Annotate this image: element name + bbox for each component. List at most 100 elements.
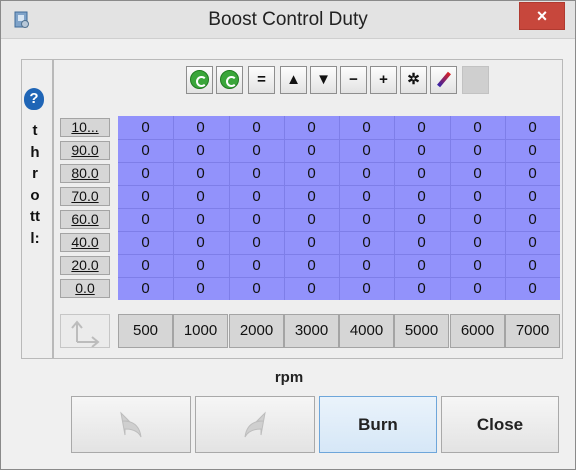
row-header[interactable]: 60.0	[60, 210, 110, 229]
table-cell[interactable]: 0	[450, 116, 505, 139]
table-cell[interactable]: 0	[505, 254, 560, 277]
table-cell[interactable]: 0	[118, 185, 173, 208]
table-cell[interactable]: 0	[394, 185, 449, 208]
table-cell[interactable]: 0	[394, 162, 449, 185]
row-header[interactable]: 20.0	[60, 256, 110, 275]
table-cell[interactable]: 0	[450, 208, 505, 231]
table-cell[interactable]: 0	[339, 185, 394, 208]
table-cell[interactable]: 0	[394, 208, 449, 231]
undo-button	[71, 396, 191, 453]
column-header[interactable]: 2000	[229, 314, 284, 348]
table-cell[interactable]: 0	[284, 208, 339, 231]
table-cell[interactable]: 0	[450, 162, 505, 185]
table-cell[interactable]: 0	[284, 185, 339, 208]
table-cell[interactable]: 0	[505, 277, 560, 300]
multiply-button[interactable]: ✲	[400, 66, 427, 94]
column-header[interactable]: 3000	[284, 314, 339, 348]
table-cell[interactable]: 0	[450, 139, 505, 162]
help-icon[interactable]: ?	[24, 88, 44, 110]
table-cell[interactable]: 0	[284, 277, 339, 300]
row-header[interactable]: 90.0	[60, 141, 110, 160]
burn-button[interactable]: Burn	[319, 396, 437, 453]
table-cell[interactable]: 0	[118, 116, 173, 139]
column-header[interactable]: 6000	[450, 314, 505, 348]
close-window-button[interactable]: ×	[519, 2, 565, 30]
row-header[interactable]: 80.0	[60, 164, 110, 183]
column-header[interactable]: 7000	[505, 314, 560, 348]
column-header[interactable]: 5000	[394, 314, 449, 348]
table-cell[interactable]: 0	[394, 254, 449, 277]
table-cell[interactable]: 0	[118, 231, 173, 254]
table-cell[interactable]: 0	[394, 139, 449, 162]
column-header[interactable]: 1000	[173, 314, 228, 348]
table-cell[interactable]: 0	[284, 139, 339, 162]
rotate-right-icon[interactable]	[216, 66, 243, 94]
table-cell[interactable]: 0	[505, 231, 560, 254]
table-cell[interactable]: 0	[229, 208, 284, 231]
table-cell[interactable]: 0	[229, 277, 284, 300]
table-cell[interactable]: 0	[450, 254, 505, 277]
table-cell[interactable]: 0	[284, 231, 339, 254]
table-cell[interactable]: 0	[229, 116, 284, 139]
row-header[interactable]: 40.0	[60, 233, 110, 252]
table-cell[interactable]: 0	[229, 162, 284, 185]
table-cell[interactable]: 0	[118, 162, 173, 185]
column-header[interactable]: 500	[118, 314, 173, 348]
table-cell[interactable]: 0	[339, 116, 394, 139]
table-cell[interactable]: 0	[229, 139, 284, 162]
rotate-left-icon[interactable]	[186, 66, 213, 94]
value-grid[interactable]: 0000000000000000000000000000000000000000…	[118, 116, 560, 300]
pencil-icon[interactable]	[430, 66, 457, 94]
table-cell[interactable]: 0	[173, 116, 228, 139]
redo-button	[195, 396, 315, 453]
table-cell[interactable]: 0	[173, 208, 228, 231]
redo-icon	[244, 411, 266, 438]
table-cell[interactable]: 0	[339, 162, 394, 185]
row-header[interactable]: 70.0	[60, 187, 110, 206]
table-cell[interactable]: 0	[450, 277, 505, 300]
row-header[interactable]: 0.0	[60, 279, 110, 298]
increment-button[interactable]: ▲	[280, 66, 307, 94]
table-cell[interactable]: 0	[284, 162, 339, 185]
table-cell[interactable]: 0	[173, 254, 228, 277]
table-cell[interactable]: 0	[118, 208, 173, 231]
table-cell[interactable]: 0	[118, 254, 173, 277]
table-cell[interactable]: 0	[173, 139, 228, 162]
table-cell[interactable]: 0	[173, 277, 228, 300]
close-button[interactable]: Close	[441, 396, 559, 453]
table-cell[interactable]: 0	[339, 139, 394, 162]
table-cell[interactable]: 0	[394, 116, 449, 139]
table-cell[interactable]: 0	[339, 277, 394, 300]
table-cell[interactable]: 0	[284, 254, 339, 277]
table-cell[interactable]: 0	[450, 231, 505, 254]
decrement-button[interactable]: ▼	[310, 66, 337, 94]
table-cell[interactable]: 0	[173, 185, 228, 208]
table-cell[interactable]: 0	[505, 208, 560, 231]
y-axis-panel: ? throttl:	[21, 59, 53, 359]
add-button[interactable]: +	[370, 66, 397, 94]
subtract-button[interactable]: −	[340, 66, 367, 94]
axis-swap-icon[interactable]	[60, 314, 110, 348]
table-cell[interactable]: 0	[339, 231, 394, 254]
row-header[interactable]: 10...	[60, 118, 110, 137]
table-cell[interactable]: 0	[229, 231, 284, 254]
table-cell[interactable]: 0	[173, 162, 228, 185]
table-cell[interactable]: 0	[505, 185, 560, 208]
table-cell[interactable]: 0	[173, 231, 228, 254]
column-header[interactable]: 4000	[339, 314, 394, 348]
table-cell[interactable]: 0	[339, 208, 394, 231]
table-cell[interactable]: 0	[339, 254, 394, 277]
title-bar[interactable]: Boost Control Duty ×	[1, 1, 575, 39]
table-cell[interactable]: 0	[450, 185, 505, 208]
table-cell[interactable]: 0	[118, 139, 173, 162]
table-cell[interactable]: 0	[394, 231, 449, 254]
table-cell[interactable]: 0	[505, 139, 560, 162]
table-cell[interactable]: 0	[505, 116, 560, 139]
table-cell[interactable]: 0	[505, 162, 560, 185]
table-cell[interactable]: 0	[229, 254, 284, 277]
table-cell[interactable]: 0	[229, 185, 284, 208]
table-cell[interactable]: 0	[394, 277, 449, 300]
set-equal-button[interactable]: =	[248, 66, 275, 94]
table-cell[interactable]: 0	[284, 116, 339, 139]
table-cell[interactable]: 0	[118, 277, 173, 300]
